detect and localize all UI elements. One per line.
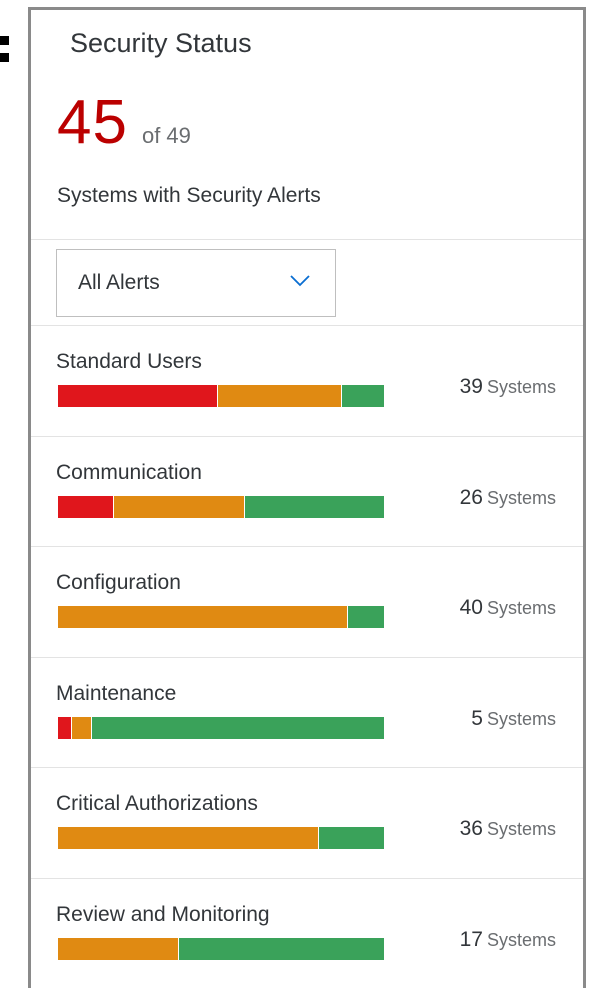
bar-segment-ok bbox=[178, 937, 384, 960]
card-header[interactable]: Security Status 45 of 49 Systems with Se… bbox=[31, 10, 583, 240]
bar-segment-ok bbox=[243, 495, 385, 518]
bar-segment-high bbox=[58, 495, 114, 518]
category-alert-bar bbox=[58, 495, 385, 518]
category-count-unit: Systems bbox=[486, 819, 556, 839]
category-count: 40 Systems bbox=[460, 596, 556, 620]
category-label: Communication bbox=[56, 460, 202, 484]
security-status-card[interactable]: Security Status 45 of 49 Systems with Se… bbox=[28, 7, 586, 988]
category-alert-bar bbox=[58, 385, 384, 407]
category-row[interactable]: Critical Authorizations 36 Systems bbox=[31, 768, 583, 879]
category-alert-bar bbox=[58, 937, 384, 960]
page: Security Status 45 of 49 Systems with Se… bbox=[0, 0, 595, 988]
category-count-unit: Systems bbox=[486, 377, 556, 397]
category-count: 17 Systems bbox=[460, 928, 556, 952]
category-count-number: 40 bbox=[459, 596, 483, 619]
alerts-filter-value: All Alerts bbox=[78, 271, 160, 294]
category-count-unit: Systems bbox=[486, 929, 556, 950]
category-list: Standard Users 39 Systems Communication 26 Sy… bbox=[31, 326, 583, 988]
card-title: Security Status bbox=[70, 28, 252, 58]
category-label: Review and Monitoring bbox=[56, 902, 270, 926]
category-row[interactable]: Communication 26 Systems bbox=[31, 437, 583, 547]
category-count: 26 Systems bbox=[460, 486, 556, 510]
category-row[interactable]: Standard Users 39 Systems bbox=[31, 326, 583, 437]
filter-row: All Alerts bbox=[31, 240, 583, 326]
bar-segment-medium bbox=[58, 606, 348, 628]
category-alert-bar bbox=[58, 606, 384, 628]
kpi-subtitle: Systems with Security Alerts bbox=[57, 184, 321, 207]
bar-segment-medium bbox=[70, 716, 92, 739]
category-label: Critical Authorizations bbox=[56, 792, 258, 815]
kpi: 45 of 49 bbox=[57, 92, 191, 154]
category-count: 36 Systems bbox=[460, 817, 556, 841]
category-count: 39 Systems bbox=[460, 375, 556, 399]
category-row[interactable]: Review and Monitoring 17 Systems bbox=[31, 879, 583, 988]
chevron-down-icon bbox=[290, 275, 310, 287]
category-count-number: 36 bbox=[459, 817, 483, 840]
category-alert-bar bbox=[58, 827, 384, 849]
category-count: 5 Systems bbox=[471, 707, 556, 731]
bar-segment-medium bbox=[216, 385, 341, 407]
bar-segment-medium bbox=[58, 827, 319, 849]
bar-segment-medium bbox=[58, 937, 179, 960]
category-count-unit: Systems bbox=[486, 598, 556, 618]
category-label: Maintenance bbox=[56, 681, 177, 705]
bar-segment-ok bbox=[340, 385, 384, 407]
category-count-unit: Systems bbox=[486, 487, 556, 508]
kpi-value: 45 bbox=[57, 88, 128, 157]
bar-segment-high bbox=[58, 385, 217, 407]
bar-segment-ok bbox=[347, 606, 384, 628]
category-alert-bar bbox=[58, 716, 384, 739]
kpi-total: of 49 bbox=[141, 123, 191, 148]
category-count-unit: Systems bbox=[486, 708, 556, 729]
bar-segment-medium bbox=[113, 495, 244, 518]
category-row[interactable]: Maintenance 5 Systems bbox=[31, 658, 583, 768]
bar-segment-high bbox=[58, 716, 71, 739]
category-label: Standard Users bbox=[56, 350, 202, 373]
alerts-filter-select[interactable]: All Alerts bbox=[56, 249, 336, 317]
category-count-number: 17 bbox=[459, 927, 483, 951]
bar-segment-ok bbox=[91, 716, 384, 739]
category-row[interactable]: Configuration 40 Systems bbox=[31, 547, 583, 658]
category-count-number: 5 bbox=[471, 706, 483, 730]
category-label: Configuration bbox=[56, 571, 181, 594]
bar-segment-ok bbox=[318, 827, 384, 849]
category-count-number: 26 bbox=[459, 485, 483, 509]
category-count-number: 39 bbox=[459, 375, 483, 398]
